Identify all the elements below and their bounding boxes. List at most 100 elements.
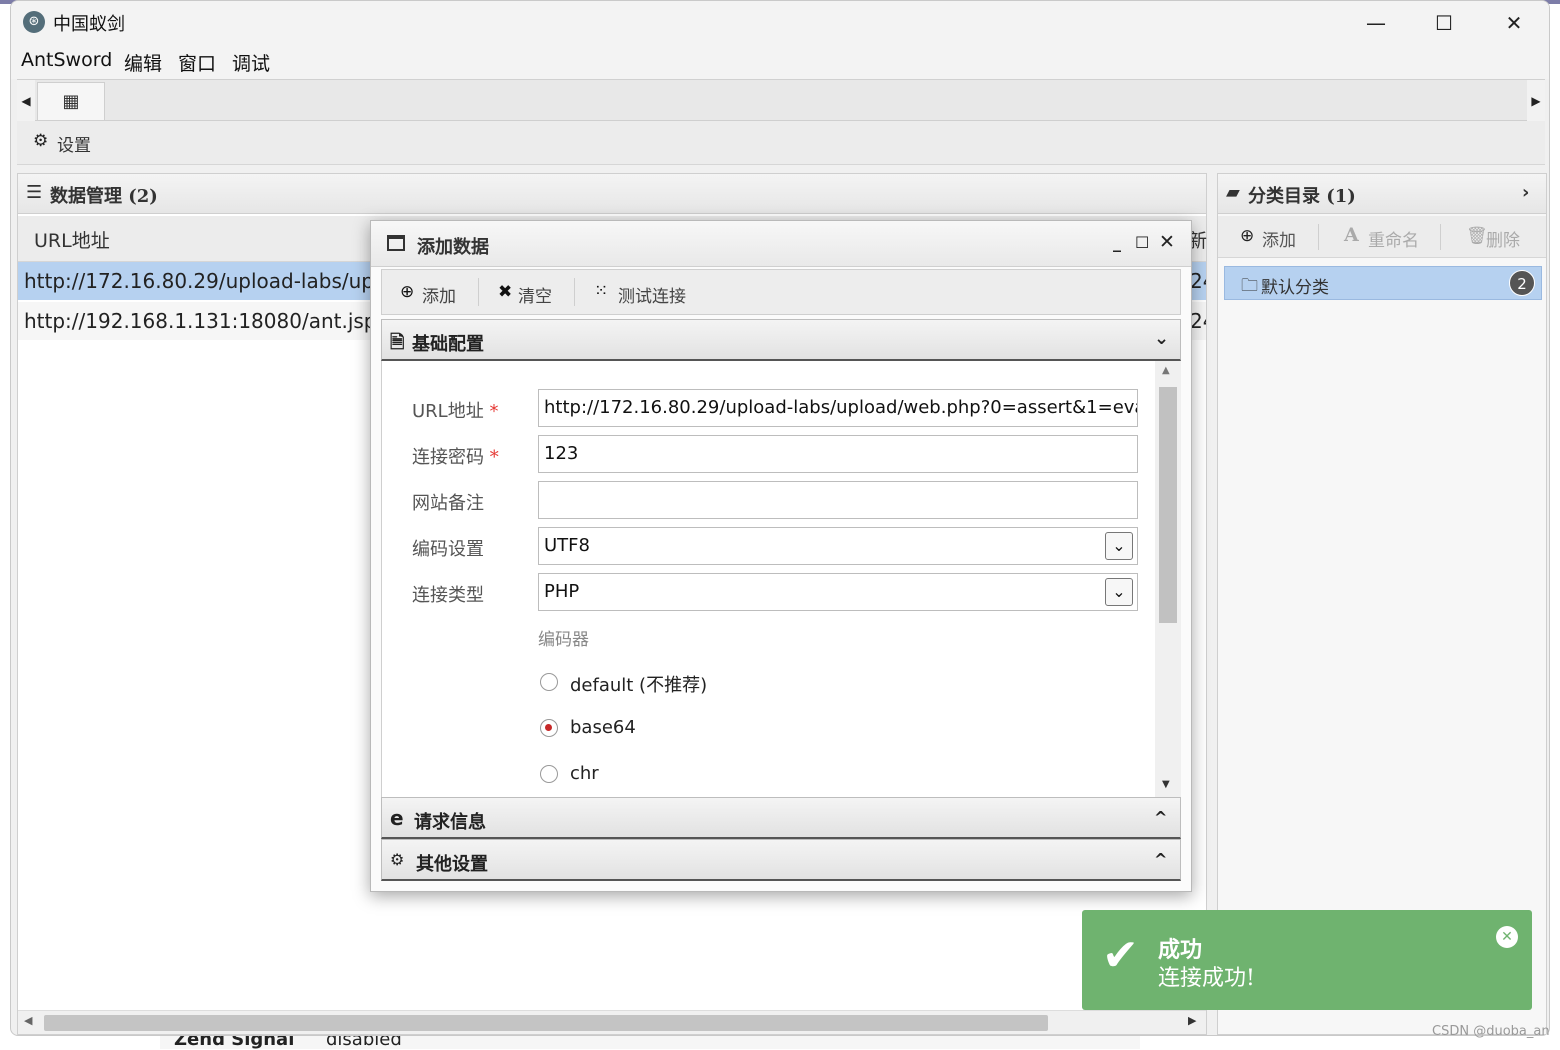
trash-icon: 🗑 <box>1466 226 1488 246</box>
scroll-down-icon[interactable]: ▼ <box>1162 779 1170 790</box>
dialog-header: 添加数据 _ ☐ ✕ <box>371 221 1191 267</box>
font-icon: A <box>1344 224 1359 246</box>
scroll-right-icon[interactable]: ▶ <box>1188 1014 1196 1027</box>
url-input[interactable]: http://172.16.80.29/upload-labs/upload/w… <box>538 389 1138 427</box>
data-panel-title: 数据管理 (2) <box>50 186 158 207</box>
note-input[interactable] <box>538 481 1138 519</box>
encoding-select[interactable]: UTF8 ⌄ <box>538 527 1138 565</box>
dialog-title: 添加数据 <box>417 237 489 258</box>
row-tail: 24 <box>1190 269 1206 293</box>
vertical-scrollbar[interactable]: ▲ ▼ <box>1155 361 1181 797</box>
dialog-close-icon[interactable]: ✕ <box>1159 231 1175 253</box>
toast-message: 连接成功! <box>1158 966 1255 991</box>
radio-chr[interactable] <box>540 765 558 783</box>
window-title: 中国蚁剑 <box>53 14 125 35</box>
type-value: PHP <box>544 581 580 602</box>
chevron-down-icon[interactable]: ⌄ <box>1105 532 1133 560</box>
antsword-logo-icon: ⊛ <box>23 11 45 33</box>
encoding-value: UTF8 <box>544 535 590 556</box>
document-icon: 🗎 <box>390 332 405 353</box>
toolbar-divider <box>1440 224 1441 250</box>
title-bar: ⊛ 中国蚁剑 — ☐ ✕ <box>11 1 1549 45</box>
window-icon <box>387 235 405 251</box>
section-other-settings[interactable]: ⚙ 其他设置 ^ <box>381 839 1181 881</box>
chevron-right-icon[interactable]: › <box>1522 182 1529 203</box>
encoder-label: 编码器 <box>538 630 589 650</box>
section-request-title: 请求信息 <box>414 812 486 833</box>
add-circle-icon: ⊕ <box>400 282 415 302</box>
menu-debug[interactable]: 调试 <box>232 49 270 76</box>
gear-icon: ⚙ <box>33 131 49 151</box>
test-connection-button[interactable]: 测试连接 <box>618 282 686 307</box>
chevron-up-icon: ^ <box>1154 850 1168 869</box>
settings-bar: ⚙ 设置 <box>17 121 1545 165</box>
spinner-icon: ⁙ <box>594 281 609 301</box>
data-panel-header: ☰ 数据管理 (2) <box>18 174 1206 214</box>
category-item-default[interactable]: 🗀 默认分类 2 <box>1224 266 1542 300</box>
toolbar-divider <box>478 278 479 306</box>
chevron-down-icon[interactable]: ⌄ <box>1105 578 1133 606</box>
category-item-label: 默认分类 <box>1261 278 1329 298</box>
radio-chr-label[interactable]: chr <box>570 763 599 784</box>
ie-icon: e <box>390 806 404 830</box>
checkmark-icon: ✔ <box>1102 930 1139 981</box>
success-toast: ✔ 成功 连接成功! ✕ <box>1082 910 1532 1010</box>
menu-antsword[interactable]: AntSword <box>21 49 112 71</box>
tab-home-grid-icon[interactable]: ▦ <box>37 82 105 120</box>
toolbar-divider <box>574 278 575 306</box>
scrollbar-thumb[interactable] <box>1159 387 1177 623</box>
dialog-maximize-icon[interactable]: ☐ <box>1135 233 1149 252</box>
clear-x-icon: ✖ <box>498 282 513 302</box>
column-header-url[interactable]: URL地址 <box>34 226 110 253</box>
category-panel: ▰ 分类目录 (1) › ⊕ 添加 A 重命名 🗑 删除 🗀 默认分类 2 <box>1217 173 1547 1035</box>
category-panel-title: 分类目录 (1) <box>1248 186 1356 207</box>
basic-config-form: URL地址 * http://172.16.80.29/upload-labs/… <box>381 361 1155 797</box>
chevron-down-icon: ⌄ <box>1154 328 1170 349</box>
url-label: URL地址 * <box>412 401 499 422</box>
menu-bar: AntSword 编辑 窗口 调试 <box>11 45 1549 79</box>
row-url: http://172.16.80.29/upload-labs/upload/ <box>24 269 424 293</box>
password-input[interactable]: 123 <box>538 435 1138 473</box>
watermark: CSDN @duoba_an <box>1432 1024 1550 1039</box>
row-tail: 24 <box>1190 309 1206 333</box>
list-icon: ☰ <box>26 182 43 203</box>
category-toolbar: ⊕ 添加 A 重命名 🗑 删除 <box>1218 216 1546 258</box>
folder-outline-icon: 🗀 <box>1241 276 1258 296</box>
gears-icon: ⚙ <box>390 850 405 869</box>
menu-edit[interactable]: 编辑 <box>124 49 162 76</box>
category-count-badge: 2 <box>1509 270 1535 296</box>
radio-base64-label[interactable]: base64 <box>570 717 636 738</box>
rename-category-button[interactable]: 重命名 <box>1368 226 1419 251</box>
section-basic-title: 基础配置 <box>412 334 484 355</box>
section-request-info[interactable]: e 请求信息 ^ <box>381 797 1181 839</box>
add-button[interactable]: 添加 <box>422 282 456 307</box>
tab-scroll-right-icon[interactable]: ▶ <box>1527 80 1545 122</box>
radio-default[interactable] <box>540 673 558 691</box>
close-window-button[interactable]: ✕ <box>1479 1 1549 45</box>
dialog-minimize-icon[interactable]: _ <box>1113 233 1121 252</box>
note-label: 网站备注 <box>412 493 484 514</box>
add-data-dialog: 添加数据 _ ☐ ✕ ⊕ 添加 ✖ 清空 ⁙ 测试连接 🗎 基础配置 ⌄ URL… <box>370 220 1192 892</box>
radio-default-label[interactable]: default (不推荐) <box>570 671 707 697</box>
settings-button[interactable]: 设置 <box>57 131 91 156</box>
maximize-button[interactable]: ☐ <box>1409 1 1479 45</box>
scrollbar-thumb[interactable] <box>44 1015 1048 1031</box>
radio-base64[interactable] <box>540 719 558 737</box>
scroll-up-icon[interactable]: ▲ <box>1162 365 1170 376</box>
type-label: 连接类型 <box>412 585 484 606</box>
menu-window[interactable]: 窗口 <box>178 49 216 76</box>
connection-type-select[interactable]: PHP ⌄ <box>538 573 1138 611</box>
dialog-toolbar: ⊕ 添加 ✖ 清空 ⁙ 测试连接 <box>381 269 1181 315</box>
tab-scroll-left-icon[interactable]: ◀ <box>17 80 35 122</box>
horizontal-scrollbar[interactable]: ◀ ▶ <box>18 1010 1206 1034</box>
minimize-button[interactable]: — <box>1341 1 1411 45</box>
delete-category-button[interactable]: 删除 <box>1486 226 1520 251</box>
toast-close-icon[interactable]: ✕ <box>1496 926 1518 948</box>
clear-button[interactable]: 清空 <box>518 282 552 307</box>
row-url: http://192.168.1.131:18080/ant.jsp <box>24 309 377 333</box>
scroll-left-icon[interactable]: ◀ <box>24 1014 32 1027</box>
section-other-title: 其他设置 <box>416 854 488 875</box>
encoding-label: 编码设置 <box>412 539 484 560</box>
add-category-button[interactable]: 添加 <box>1262 226 1296 251</box>
section-basic-config[interactable]: 🗎 基础配置 ⌄ <box>381 319 1181 361</box>
